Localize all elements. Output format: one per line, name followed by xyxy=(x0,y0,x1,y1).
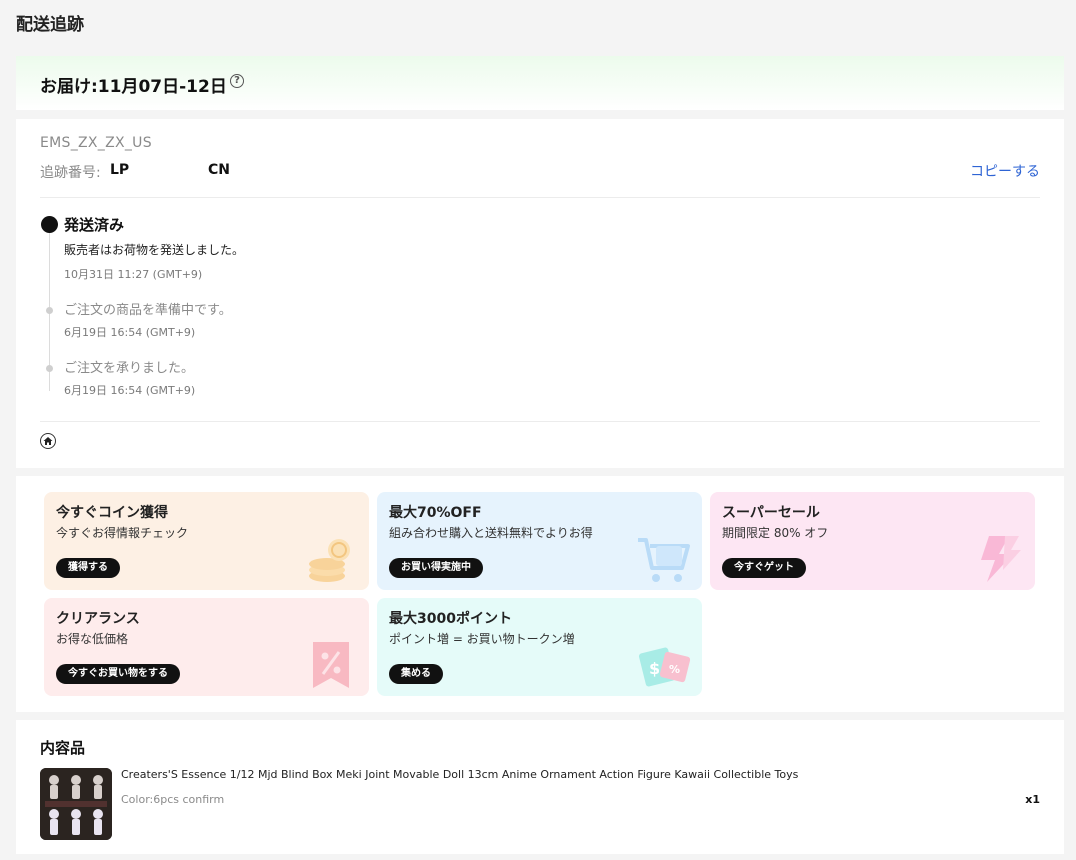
promo-title: 最大70%OFF xyxy=(389,505,482,521)
promo-title: 最大3000ポイント xyxy=(389,611,512,627)
promo-subtitle: ポイント増 = お買い物トークン増 xyxy=(389,632,575,646)
timeline-dot xyxy=(46,365,53,372)
product-variant: Color:6pcs confirm xyxy=(121,793,225,806)
tracking-number-label: 追跡番号: xyxy=(40,165,101,181)
carrier-name: EMS_ZX_ZX_US xyxy=(40,135,152,151)
promo-subtitle: 今すぐお得情報チェック xyxy=(56,526,189,540)
coins-icon xyxy=(309,539,350,582)
promo-title: 今すぐコイン獲得 xyxy=(56,505,168,521)
page-title: 配送追跡 xyxy=(16,15,84,35)
promo-button[interactable]: お買い得実施中 xyxy=(389,558,483,578)
delivery-estimate-card: お届け:11月07日-12日 ? xyxy=(16,56,1064,110)
promo-card-super-sale[interactable]: スーパーセール 期間限定 80% オフ 今すぐゲット xyxy=(710,492,1035,590)
timeline-event-time: 6月19日 16:54 (GMT+9) xyxy=(64,384,196,397)
lightning-icon xyxy=(981,536,1021,582)
divider xyxy=(40,421,1040,422)
tracking-card: EMS_ZX_ZX_US 追跡番号: LP CN コピーする 発送済み 販売者は… xyxy=(16,119,1064,468)
copy-tracking-link[interactable]: コピーする xyxy=(970,161,1040,181)
cart-icon xyxy=(638,538,690,582)
product-quantity: x1 xyxy=(1025,793,1040,806)
package-contents-card: 内容品 Creaters'S Essence 1/12 Mjd Blind Bo… xyxy=(16,720,1064,854)
promo-title: スーパーセール xyxy=(722,505,820,521)
promo-subtitle: お得な低価格 xyxy=(56,632,129,646)
promo-button[interactable]: 今すぐゲット xyxy=(722,558,806,578)
contents-title: 内容品 xyxy=(40,739,86,757)
promo-card-sale[interactable]: 最大70%OFF 組み合わせ購入と送料無料でよりお得 お買い得実施中 xyxy=(377,492,702,590)
promo-button[interactable]: 今すぐお買い物をする xyxy=(56,664,180,684)
timeline-event-desc: 販売者はお荷物を発送しました。 xyxy=(64,243,245,257)
tracking-number-prefix: LP xyxy=(110,162,130,178)
delivery-estimate: お届け:11月07日-12日 xyxy=(40,77,227,97)
timeline-event-desc: ご注文の商品を準備中です。 xyxy=(64,303,232,318)
promo-subtitle: 組み合わせ購入と送料無料でよりお得 xyxy=(389,526,593,540)
promo-section: 今すぐコイン獲得 今すぐお得情報チェック 獲得する 最大70%OFF 組み合わせ… xyxy=(16,476,1064,712)
percent-tag-icon xyxy=(313,642,349,688)
home-icon[interactable] xyxy=(40,433,56,449)
promo-button[interactable]: 獲得する xyxy=(56,558,120,578)
help-icon[interactable]: ? xyxy=(230,74,244,88)
shipment-status: 発送済み xyxy=(64,216,125,234)
svg-text:$: $ xyxy=(649,659,660,678)
timeline-event-time: 6月19日 16:54 (GMT+9) xyxy=(64,326,196,339)
timeline-current-dot xyxy=(41,216,58,233)
promo-title: クリアランス xyxy=(56,611,140,627)
timeline-dot xyxy=(46,307,53,314)
promo-card-points[interactable]: 最大3000ポイント ポイント増 = お買い物トークン増 集める $ % xyxy=(377,598,702,696)
timeline-event-desc: ご注文を承りました。 xyxy=(64,361,195,376)
promo-subtitle: 期間限定 80% オフ xyxy=(722,526,829,540)
promo-card-clearance[interactable]: クリアランス お得な低価格 今すぐお買い物をする xyxy=(44,598,369,696)
timeline-event-time: 10月31日 11:27 (GMT+9) xyxy=(64,268,203,281)
tracking-number-suffix: CN xyxy=(208,162,230,178)
product-name[interactable]: Creaters'S Essence 1/12 Mjd Blind Box Me… xyxy=(121,768,798,781)
product-thumbnail[interactable] xyxy=(40,768,112,840)
promo-card-coins[interactable]: 今すぐコイン獲得 今すぐお得情報チェック 獲得する xyxy=(44,492,369,590)
promo-button[interactable]: 集める xyxy=(389,664,443,684)
divider xyxy=(40,197,1040,198)
coupon-icon: $ % xyxy=(638,647,691,687)
svg-text:%: % xyxy=(669,663,680,676)
